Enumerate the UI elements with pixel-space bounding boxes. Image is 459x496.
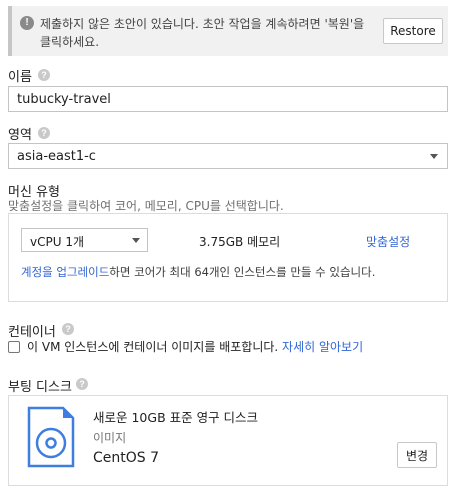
upgrade-account-link[interactable]: 계정을 업그레이드 — [21, 265, 109, 279]
upgrade-notice: 계정을 업그레이드하면 코어가 최대 64개인 인스턴스를 만들 수 있습니다. — [21, 264, 375, 280]
boot-disk-card: 새로운 10GB 표준 영구 디스크 이미지 CentOS 7 변경 — [8, 395, 448, 486]
disk-title: 새로운 10GB 표준 영구 디스크 — [93, 410, 259, 425]
vcpu-select[interactable]: vCPU 1개 — [21, 228, 148, 252]
help-icon[interactable]: ? — [76, 378, 88, 390]
draft-message: 제출하지 않은 초안이 있습니다. 초안 작업을 계속하려면 '복원'을 클릭하… — [40, 17, 365, 49]
machine-type-card: vCPU 1개 3.75GB 메모리 맞춤설정 계정을 업그레이드하면 코어가 … — [8, 213, 448, 302]
deploy-container-text: 이 VM 인스턴스에 컨테이너 이미지를 배포합니다. 자세히 알아보기 — [27, 338, 363, 355]
caret-down-icon — [132, 238, 140, 243]
learn-more-link[interactable]: 자세히 알아보기 — [282, 340, 363, 354]
memory-value: 3.75GB 메모리 — [199, 235, 281, 249]
help-icon[interactable]: ? — [38, 127, 50, 139]
draft-banner: ! 제출하지 않은 초안이 있습니다. 초안 작업을 계속하려면 '복원'을 클… — [8, 6, 448, 56]
machine-type-description: 맞춤설정을 클릭하여 코어, 메모리, CPU를 선택합니다. — [8, 199, 284, 213]
upgrade-text: 하면 코어가 최대 64개인 인스턴스를 만들 수 있습니다. — [109, 265, 376, 279]
zone-value: asia-east1-c — [17, 149, 96, 164]
deploy-container-checkbox[interactable] — [8, 341, 20, 353]
change-disk-button[interactable]: 변경 — [397, 442, 437, 468]
zone-select[interactable]: asia-east1-c — [8, 143, 448, 169]
info-icon: ! — [20, 16, 34, 30]
name-input[interactable] — [8, 86, 448, 112]
zone-label: 영역 — [8, 128, 32, 143]
customize-link[interactable]: 맞춤설정 — [366, 233, 410, 250]
disk-image-icon — [27, 406, 75, 468]
disk-image-name: CentOS 7 — [93, 450, 160, 466]
name-label: 이름 — [8, 70, 32, 85]
caret-down-icon — [430, 154, 438, 159]
deploy-container-label: 이 VM 인스턴스에 컨테이너 이미지를 배포합니다. — [27, 340, 279, 354]
help-icon[interactable]: ? — [38, 69, 50, 81]
vcpu-value: vCPU 1개 — [30, 235, 84, 249]
boot-disk-label: 부팅 디스크 — [8, 380, 72, 395]
disk-image-label: 이미지 — [93, 431, 127, 445]
help-icon[interactable]: ? — [62, 323, 74, 335]
restore-button[interactable]: Restore — [383, 18, 443, 44]
